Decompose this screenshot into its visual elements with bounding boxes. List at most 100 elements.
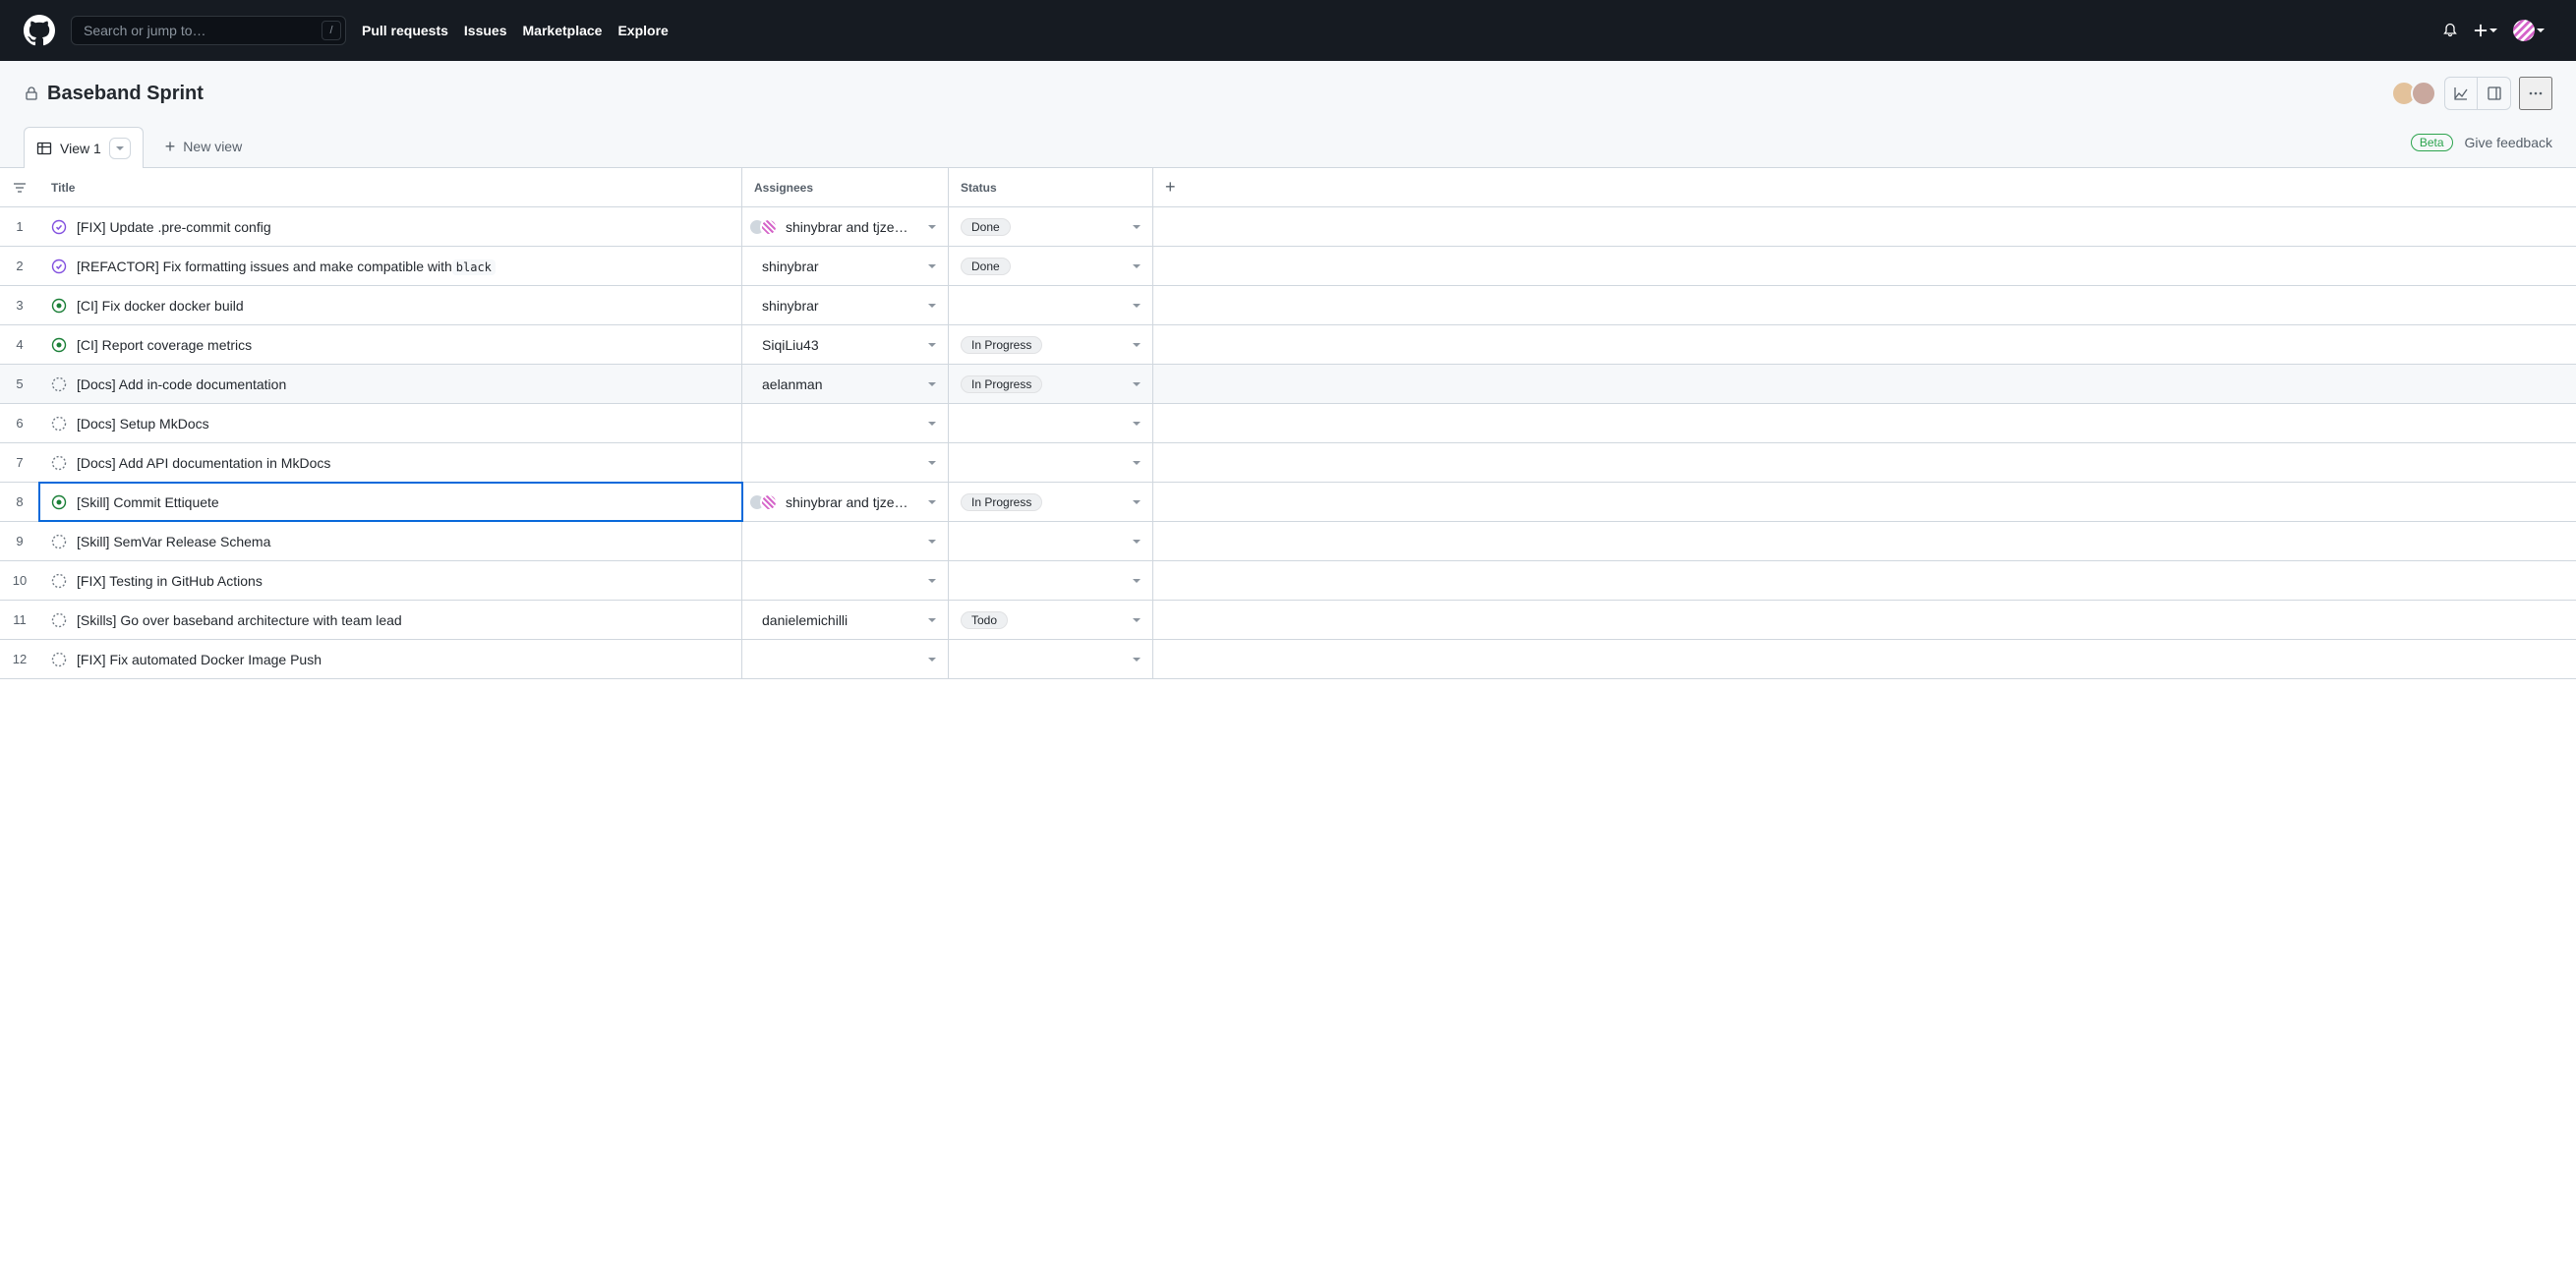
assignees-cell[interactable] bbox=[742, 522, 949, 560]
column-header-title[interactable]: Title bbox=[39, 168, 742, 206]
title-cell[interactable]: [Skills] Go over baseband architecture w… bbox=[39, 601, 742, 639]
status-badge: Todo bbox=[961, 611, 1008, 629]
empty-cell bbox=[1153, 404, 2576, 442]
empty-cell bbox=[1153, 325, 2576, 364]
issue-open-icon bbox=[51, 337, 67, 353]
new-view-button[interactable]: + New view bbox=[153, 126, 254, 167]
issue-draft-icon bbox=[51, 573, 67, 589]
assignees-cell[interactable]: SiqiLiu43 bbox=[742, 325, 949, 364]
column-header-assignees[interactable]: Assignees bbox=[742, 168, 949, 206]
empty-cell bbox=[1153, 365, 2576, 403]
assignees-cell[interactable] bbox=[742, 443, 949, 482]
assignees-cell[interactable] bbox=[742, 561, 949, 600]
status-cell[interactable]: Done bbox=[949, 207, 1153, 246]
notifications-icon[interactable] bbox=[2442, 23, 2458, 38]
project-menu[interactable] bbox=[2519, 77, 2552, 110]
issue-open-icon bbox=[51, 298, 67, 314]
search-input[interactable]: Search or jump to… / bbox=[71, 16, 346, 45]
row-number: 6 bbox=[0, 404, 39, 442]
table-row[interactable]: 6[Docs] Setup MkDocs bbox=[0, 404, 2576, 443]
table-row[interactable]: 1[FIX] Update .pre-commit configshinybra… bbox=[0, 207, 2576, 247]
column-header-status[interactable]: Status bbox=[949, 168, 1153, 206]
status-cell[interactable]: In Progress bbox=[949, 483, 1153, 521]
status-cell[interactable]: In Progress bbox=[949, 365, 1153, 403]
project-title[interactable]: Baseband Sprint bbox=[47, 83, 204, 105]
title-cell[interactable]: [CI] Fix docker docker build bbox=[39, 286, 742, 324]
create-new-menu[interactable] bbox=[2474, 24, 2497, 37]
table-row[interactable]: 2[REFACTOR] Fix formatting issues and ma… bbox=[0, 247, 2576, 286]
title-cell[interactable]: [Docs] Add API documentation in MkDocs bbox=[39, 443, 742, 482]
issue-title: [FIX] Testing in GitHub Actions bbox=[77, 573, 263, 589]
status-cell[interactable]: In Progress bbox=[949, 325, 1153, 364]
title-cell[interactable]: [CI] Report coverage metrics bbox=[39, 325, 742, 364]
row-number: 9 bbox=[0, 522, 39, 560]
header-right bbox=[2442, 20, 2545, 41]
status-badge: In Progress bbox=[961, 336, 1042, 354]
title-cell[interactable]: [Docs] Add in-code documentation bbox=[39, 365, 742, 403]
table-row[interactable]: 4[CI] Report coverage metrics SiqiLiu43 In… bbox=[0, 325, 2576, 365]
chevron-down-icon bbox=[928, 382, 936, 386]
empty-cell bbox=[1153, 247, 2576, 285]
status-cell[interactable] bbox=[949, 561, 1153, 600]
status-cell[interactable] bbox=[949, 286, 1153, 324]
insights-button[interactable] bbox=[2444, 77, 2478, 110]
empty-cell bbox=[1153, 207, 2576, 246]
status-cell[interactable] bbox=[949, 522, 1153, 560]
add-column-button[interactable]: + bbox=[1153, 168, 2576, 206]
table-row[interactable]: 10[FIX] Testing in GitHub Actions bbox=[0, 561, 2576, 601]
row-number: 5 bbox=[0, 365, 39, 403]
status-cell[interactable] bbox=[949, 640, 1153, 678]
nav-explore[interactable]: Explore bbox=[617, 23, 668, 38]
table-row[interactable]: 12[FIX] Fix automated Docker Image Push bbox=[0, 640, 2576, 679]
details-panel-button[interactable] bbox=[2478, 77, 2511, 110]
nav-pull-requests[interactable]: Pull requests bbox=[362, 23, 448, 38]
assignees-cell[interactable] bbox=[742, 640, 949, 678]
github-logo[interactable] bbox=[24, 15, 55, 46]
assignees-cell[interactable] bbox=[742, 404, 949, 442]
chevron-down-icon bbox=[1133, 264, 1141, 268]
title-cell[interactable]: [Docs] Setup MkDocs bbox=[39, 404, 742, 442]
chevron-down-icon bbox=[928, 500, 936, 504]
nav-marketplace[interactable]: Marketplace bbox=[523, 23, 603, 38]
table-row[interactable]: 3[CI] Fix docker docker buildshinybrar bbox=[0, 286, 2576, 325]
issue-draft-icon bbox=[51, 652, 67, 667]
status-cell[interactable] bbox=[949, 443, 1153, 482]
title-cell[interactable]: [FIX] Testing in GitHub Actions bbox=[39, 561, 742, 600]
title-cell[interactable]: [Skill] SemVar Release Schema bbox=[39, 522, 742, 560]
table-row[interactable]: 11[Skills] Go over baseband architecture… bbox=[0, 601, 2576, 640]
chevron-down-icon bbox=[928, 618, 936, 622]
assignees-cell[interactable]: shinybrar and tjze… bbox=[742, 483, 949, 521]
filter-button[interactable] bbox=[0, 168, 39, 206]
table-row[interactable]: 5 [Docs] Add in-code documentation aelanma… bbox=[0, 365, 2576, 404]
title-cell[interactable]: [REFACTOR] Fix formatting issues and mak… bbox=[39, 247, 742, 285]
issue-title: [FIX] Update .pre-commit config bbox=[77, 219, 271, 235]
title-cell[interactable]: [Skill] Commit Ettiquete bbox=[39, 483, 742, 521]
assignees-cell[interactable]: aelanman bbox=[742, 365, 949, 403]
status-cell[interactable] bbox=[949, 404, 1153, 442]
table-row[interactable]: 7[Docs] Add API documentation in MkDocs bbox=[0, 443, 2576, 483]
row-number: 11 bbox=[0, 601, 39, 639]
tab-options[interactable] bbox=[109, 138, 131, 159]
status-cell[interactable]: Todo bbox=[949, 601, 1153, 639]
table-row[interactable]: 9[Skill] SemVar Release Schema bbox=[0, 522, 2576, 561]
member-avatars[interactable] bbox=[2397, 81, 2436, 106]
title-cell[interactable]: [FIX] Fix automated Docker Image Push bbox=[39, 640, 742, 678]
assignees-cell[interactable]: shinybrar bbox=[742, 247, 949, 285]
chevron-down-icon bbox=[1133, 343, 1141, 347]
issue-title: [Docs] Add in-code documentation bbox=[77, 376, 286, 392]
status-cell[interactable]: Done bbox=[949, 247, 1153, 285]
assignees-cell[interactable]: shinybrar bbox=[742, 286, 949, 324]
title-cell[interactable]: [FIX] Update .pre-commit config bbox=[39, 207, 742, 246]
assignees-text: danielemichilli bbox=[762, 612, 848, 628]
global-header: Search or jump to… / Pull requests Issue… bbox=[0, 0, 2576, 61]
assignees-cell[interactable]: danielemichilli bbox=[742, 601, 949, 639]
give-feedback-link[interactable]: Give feedback bbox=[2465, 135, 2553, 150]
user-menu[interactable] bbox=[2513, 20, 2545, 41]
nav-issues[interactable]: Issues bbox=[464, 23, 507, 38]
assignees-cell[interactable]: shinybrar and tjze… bbox=[742, 207, 949, 246]
tab-view-1[interactable]: View 1 bbox=[24, 127, 144, 168]
row-number: 4 bbox=[0, 325, 39, 364]
assignees-text: shinybrar and tjze… bbox=[786, 219, 908, 235]
table-row[interactable]: 8[Skill] Commit Ettiqueteshinybrar and t… bbox=[0, 483, 2576, 522]
assignees-text: SiqiLiu43 bbox=[762, 337, 819, 353]
